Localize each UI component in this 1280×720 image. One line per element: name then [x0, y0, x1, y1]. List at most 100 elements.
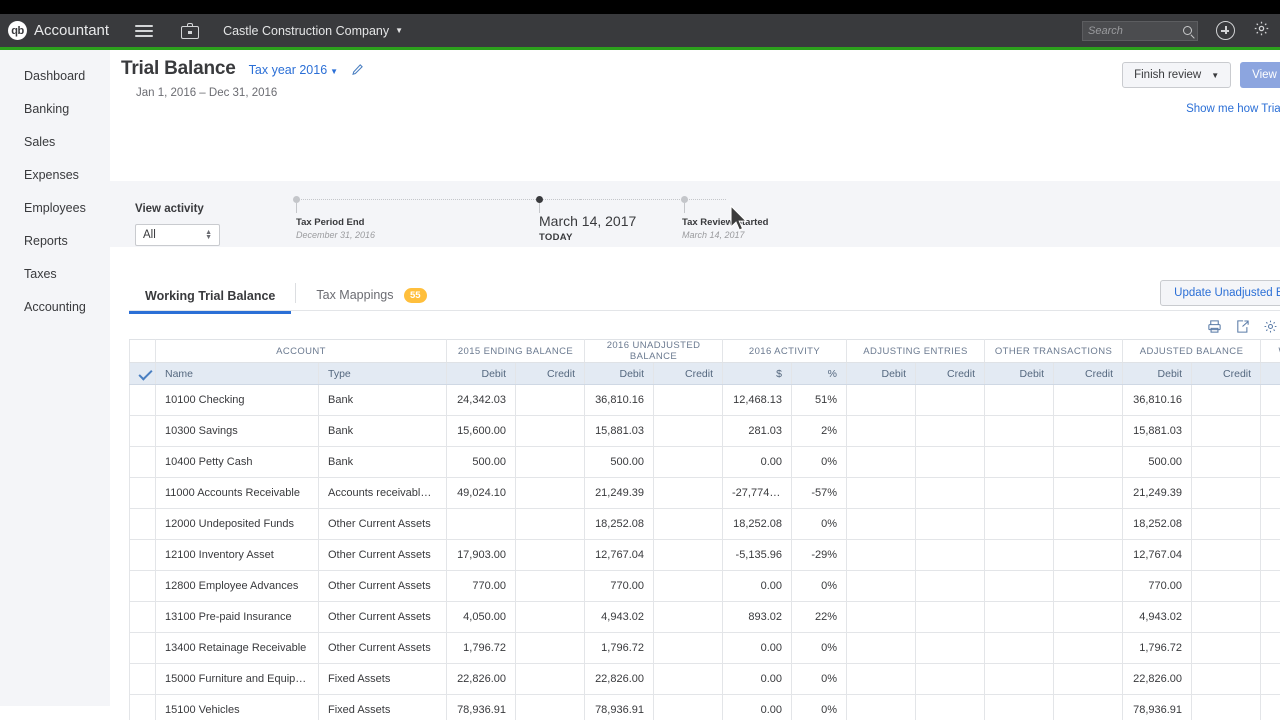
row-cell-adjusting-credit[interactable]: [915, 632, 986, 664]
row-cell-adjusted-credit[interactable]: [1191, 477, 1262, 509]
select-all-checkmark-icon[interactable]: [129, 362, 156, 385]
table-row[interactable]: 15100 Vehicles Fixed Assets 78,936.91 78,93…: [129, 694, 1280, 720]
column-header-unadjusted-debit[interactable]: Debit: [584, 362, 654, 385]
row-cell-activity-percent[interactable]: 0%: [791, 694, 848, 720]
row-cell-adjusting-credit[interactable]: [915, 384, 986, 416]
row-select-checkbox[interactable]: [129, 570, 156, 602]
row-cell-activity-dollar[interactable]: 893.02: [722, 601, 793, 633]
row-cell-activity-percent[interactable]: 51%: [791, 384, 848, 416]
row-cell-adjusting-credit[interactable]: [915, 415, 986, 447]
row-cell-adjusting-credit[interactable]: [915, 508, 986, 540]
row-cell-other-credit[interactable]: [1053, 570, 1124, 602]
row-select-checkbox[interactable]: [129, 632, 156, 664]
gear-icon[interactable]: [1263, 319, 1278, 339]
row-cell-activity-percent[interactable]: 0%: [791, 632, 848, 664]
row-cell-type[interactable]: Other Current Assets: [318, 539, 447, 571]
row-cell-type[interactable]: Bank: [318, 415, 447, 447]
row-cell-adjusting-debit[interactable]: [846, 508, 917, 540]
row-cell-adjusted-credit[interactable]: [1191, 694, 1262, 720]
row-cell-2015-debit[interactable]: 500.00: [446, 446, 516, 478]
row-cell-unadjusted-credit[interactable]: [652, 570, 724, 602]
row-workpaper-cell[interactable]: [1260, 415, 1280, 447]
row-cell-unadjusted-credit[interactable]: [652, 694, 724, 720]
row-cell-activity-dollar[interactable]: 281.03: [722, 415, 793, 447]
row-cell-activity-percent[interactable]: 0%: [791, 570, 848, 602]
sidebar-item-sales[interactable]: Sales: [0, 125, 110, 158]
sidebar-item-dashboard[interactable]: Dashboard: [0, 59, 110, 92]
row-select-checkbox[interactable]: [129, 663, 156, 695]
row-cell-activity-dollar[interactable]: 0.00: [722, 446, 793, 478]
row-workpaper-cell[interactable]: [1260, 384, 1280, 416]
column-header-type[interactable]: Type: [318, 362, 447, 385]
row-cell-2015-credit[interactable]: [515, 539, 585, 571]
row-select-checkbox[interactable]: [129, 384, 156, 416]
row-select-checkbox[interactable]: [129, 508, 156, 540]
row-cell-unadjusted-credit[interactable]: [652, 539, 724, 571]
row-cell-adjusted-debit[interactable]: 770.00: [1122, 570, 1193, 602]
column-header-unadjusted-credit[interactable]: Credit: [652, 362, 724, 385]
row-cell-other-debit[interactable]: [984, 694, 1055, 720]
row-cell-other-debit[interactable]: [984, 632, 1055, 664]
row-cell-2015-debit[interactable]: 4,050.00: [446, 601, 516, 633]
row-cell-name[interactable]: 12100 Inventory Asset: [155, 539, 319, 571]
row-cell-other-credit[interactable]: [1053, 415, 1124, 447]
search-input[interactable]: Search: [1082, 20, 1198, 41]
row-cell-activity-percent[interactable]: 0%: [791, 663, 848, 695]
column-header-name[interactable]: Name: [155, 362, 319, 385]
plus-circle-icon[interactable]: [1216, 21, 1235, 40]
row-cell-adjusting-credit[interactable]: [915, 539, 986, 571]
column-header-other-credit[interactable]: Credit: [1053, 362, 1124, 385]
row-cell-type[interactable]: Other Current Assets: [318, 508, 447, 540]
row-cell-adjusted-credit[interactable]: [1191, 415, 1262, 447]
row-cell-adjusting-debit[interactable]: [846, 570, 917, 602]
row-cell-activity-dollar[interactable]: -5,135.96: [722, 539, 793, 571]
row-cell-adjusting-credit[interactable]: [915, 663, 986, 695]
export-icon[interactable]: [1235, 319, 1250, 339]
row-cell-unadjusted-debit[interactable]: 500.00: [584, 446, 654, 478]
row-cell-other-debit[interactable]: [984, 663, 1055, 695]
row-cell-2015-credit[interactable]: [515, 446, 585, 478]
row-cell-adjusted-credit[interactable]: [1191, 663, 1262, 695]
row-cell-activity-dollar[interactable]: -27,774.71: [722, 477, 793, 509]
column-header-adjusting-debit[interactable]: Debit: [846, 362, 917, 385]
row-cell-adjusted-credit[interactable]: [1191, 570, 1262, 602]
row-cell-2015-debit[interactable]: 49,024.10: [446, 477, 516, 509]
table-row[interactable]: 10100 Checking Bank 24,342.03 36,810.16 12,4…: [129, 384, 1280, 416]
column-header-adjusted-credit[interactable]: Credit: [1191, 362, 1262, 385]
row-cell-unadjusted-credit[interactable]: [652, 632, 724, 664]
row-cell-name[interactable]: 10300 Savings: [155, 415, 319, 447]
row-cell-adjusted-credit[interactable]: [1191, 539, 1262, 571]
row-cell-adjusting-debit[interactable]: [846, 384, 917, 416]
row-cell-name[interactable]: 12000 Undeposited Funds: [155, 508, 319, 540]
row-cell-activity-percent[interactable]: -57%: [791, 477, 848, 509]
table-row[interactable]: 15000 Furniture and Equipment Fixed Asset…: [129, 663, 1280, 695]
update-unadjusted-balance-button[interactable]: Update Unadjusted Balanc: [1160, 280, 1280, 306]
table-row[interactable]: 12800 Employee Advances Other Current Ass…: [129, 570, 1280, 602]
row-cell-unadjusted-credit[interactable]: [652, 384, 724, 416]
row-cell-2015-debit[interactable]: 1,796.72: [446, 632, 516, 664]
row-cell-unadjusted-debit[interactable]: 12,767.04: [584, 539, 654, 571]
row-cell-2015-credit[interactable]: [515, 632, 585, 664]
row-cell-adjusted-credit[interactable]: [1191, 601, 1262, 633]
row-cell-adjusting-debit[interactable]: [846, 477, 917, 509]
row-cell-other-credit[interactable]: [1053, 601, 1124, 633]
row-cell-other-debit[interactable]: [984, 570, 1055, 602]
row-cell-other-credit[interactable]: [1053, 446, 1124, 478]
row-cell-unadjusted-debit[interactable]: 22,826.00: [584, 663, 654, 695]
row-cell-2015-debit[interactable]: 15,600.00: [446, 415, 516, 447]
briefcase-icon[interactable]: [181, 22, 200, 39]
row-cell-adjusting-credit[interactable]: [915, 694, 986, 720]
qb-accountant-logo[interactable]: qb Accountant: [8, 21, 109, 40]
row-cell-other-credit[interactable]: [1053, 384, 1124, 416]
gear-icon[interactable]: [1253, 20, 1270, 42]
row-cell-unadjusted-debit[interactable]: 4,943.02: [584, 601, 654, 633]
row-cell-other-debit[interactable]: [984, 508, 1055, 540]
row-cell-2015-debit[interactable]: [446, 508, 516, 540]
row-workpaper-cell[interactable]: [1260, 446, 1280, 478]
table-row[interactable]: 12000 Undeposited Funds Other Current Ass…: [129, 508, 1280, 540]
print-icon[interactable]: [1207, 319, 1222, 339]
row-cell-adjusted-debit[interactable]: 1,796.72: [1122, 632, 1193, 664]
row-cell-other-credit[interactable]: [1053, 477, 1124, 509]
column-header-2015-debit[interactable]: Debit: [446, 362, 516, 385]
row-cell-adjusted-credit[interactable]: [1191, 384, 1262, 416]
